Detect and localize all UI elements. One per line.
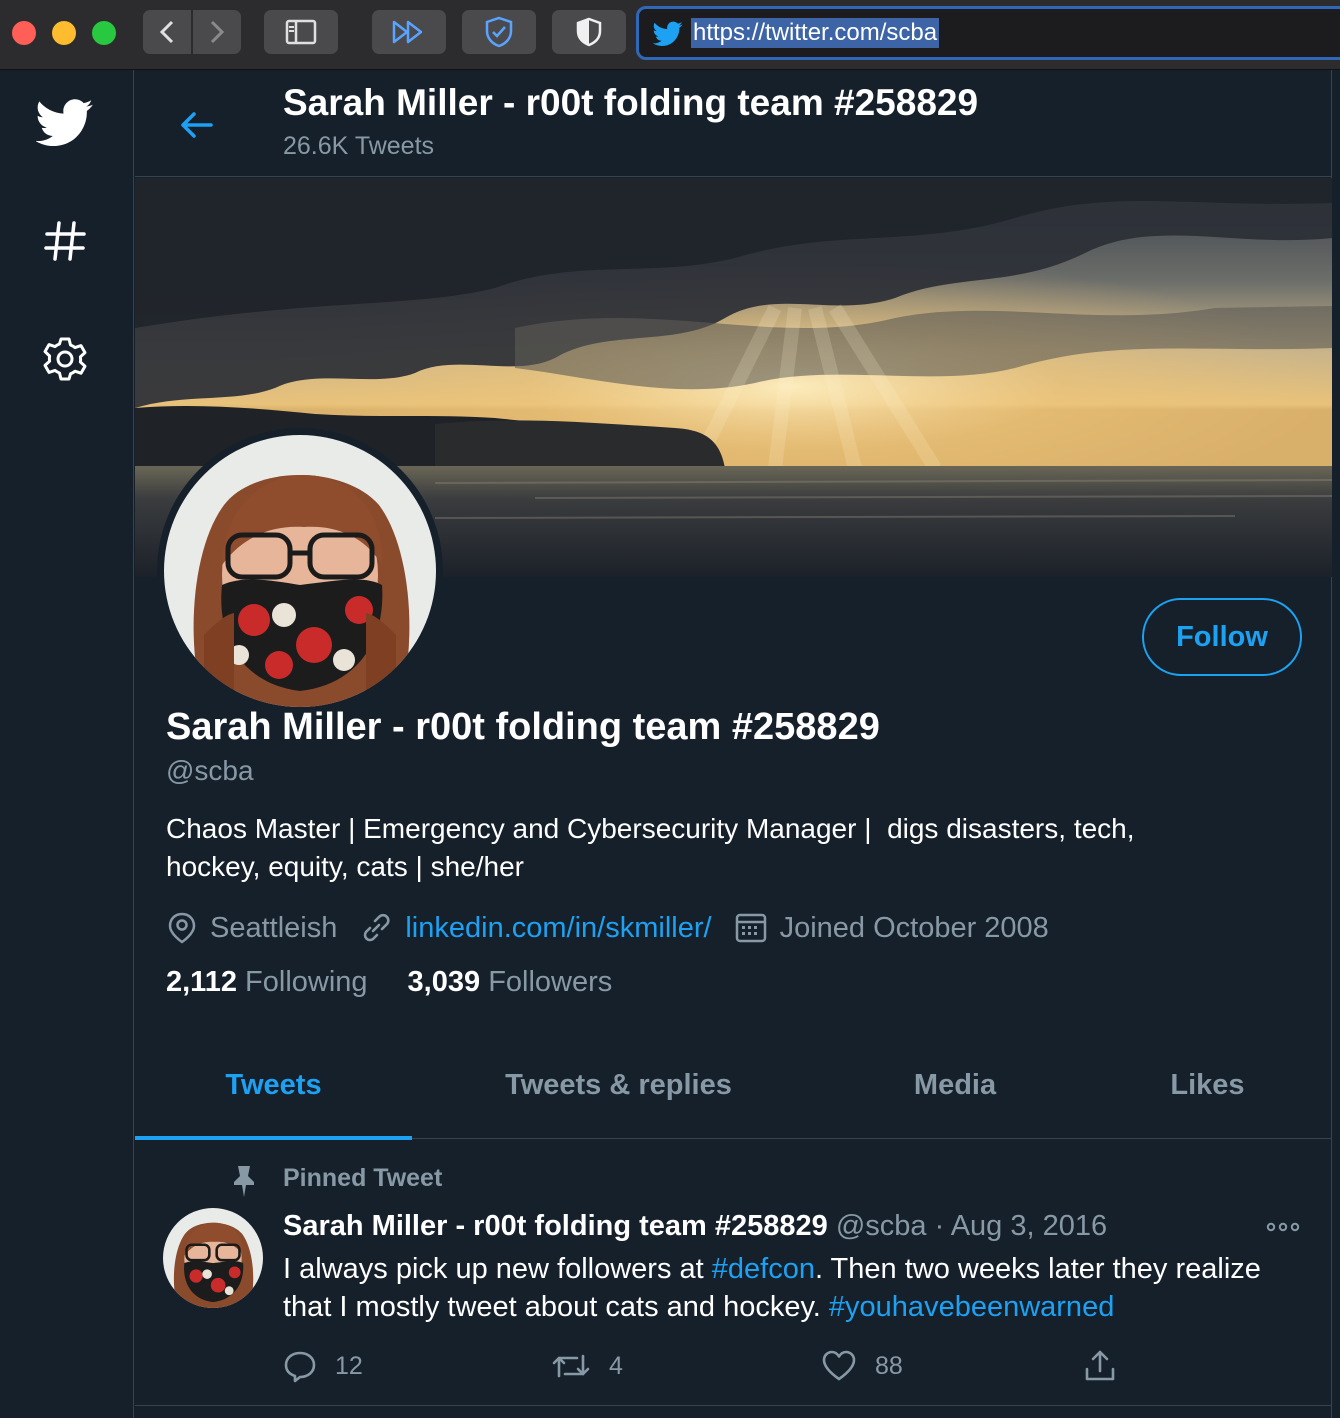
following-count: 2,112 [166, 966, 237, 998]
tab-likes[interactable]: Likes [1085, 1032, 1330, 1139]
tweet-actions: 12 4 88 [283, 1346, 1263, 1386]
minimize-window-button[interactable] [52, 21, 76, 45]
tab-label: Tweets & replies [505, 1069, 732, 1101]
link-icon [364, 913, 390, 942]
zoom-window-button[interactable] [92, 21, 116, 45]
tab-label: Likes [1170, 1069, 1245, 1101]
back-nav-button[interactable] [143, 10, 191, 54]
location-pin-icon [168, 912, 196, 944]
profile-tabs: Tweets Tweets & replies Media Likes [135, 1032, 1332, 1140]
chevron-left-icon [159, 20, 174, 44]
pinned-tweet-label: Pinned Tweet [283, 1164, 443, 1192]
share-button[interactable] [1083, 1346, 1135, 1386]
extension-button[interactable] [372, 10, 446, 54]
tab-label: Media [913, 1069, 997, 1101]
chevron-right-icon [210, 20, 225, 44]
follow-counts: 2,112 Following 3,039 Followers [166, 966, 612, 999]
joined-text: Joined October 2008 [779, 911, 1049, 944]
shield-check-icon [485, 16, 513, 48]
tweet-header: Sarah Miller - r00t folding team #258829… [283, 1210, 1107, 1243]
tweet-text: I always pick up new followers at #defco… [283, 1250, 1293, 1326]
browser-toolbar: https://twitter.com/scba [0, 0, 1340, 70]
calendar-icon [735, 913, 766, 943]
hashtag-link[interactable]: #defcon [712, 1253, 815, 1285]
close-window-button[interactable] [12, 21, 36, 45]
hashtag-icon [44, 221, 86, 261]
address-bar[interactable]: https://twitter.com/scba [636, 6, 1340, 60]
sidebar-icon [285, 19, 317, 45]
joined-item: Joined October 2008 [734, 911, 1049, 945]
like-count: 88 [875, 1351, 903, 1380]
following-count-link[interactable]: 2,112 Following [166, 966, 368, 999]
settings-gear-icon [43, 337, 87, 381]
followers-count-link[interactable]: 3,039 Followers [408, 966, 613, 999]
website-item[interactable]: linkedin.com/in/skmiller/ [359, 911, 712, 945]
half-shield-icon [576, 17, 602, 47]
tweet-author-name[interactable]: Sarah Miller - r00t folding team #258829 [283, 1210, 828, 1242]
retweet-icon [552, 1354, 590, 1378]
bio-line: Chaos Master | Emergency and Cybersecuri… [166, 813, 1135, 844]
heart-icon [822, 1350, 856, 1381]
tweet-author-avatar[interactable] [163, 1208, 263, 1308]
retweet-button[interactable]: 4 [551, 1346, 623, 1386]
privacy-extension-button[interactable] [462, 10, 536, 54]
profile-handle: @scba [166, 755, 254, 786]
settings-link[interactable] [30, 324, 100, 394]
bio-line: hockey, equity, cats | she/her [166, 851, 524, 882]
pin-icon [234, 1166, 254, 1197]
followers-label: Followers [488, 966, 613, 998]
fast-forward-icon [392, 20, 423, 44]
shield-extension-button[interactable] [552, 10, 626, 54]
profile-bio: Chaos Master | Emergency and Cybersecuri… [166, 810, 1276, 886]
following-label: Following [245, 966, 368, 998]
back-button[interactable] [171, 100, 221, 150]
retweet-count: 4 [609, 1351, 623, 1380]
tweet-more-button[interactable] [1263, 1210, 1303, 1244]
header-display-name: Sarah Miller - r00t folding team #258829 [283, 82, 979, 123]
hashtag-link[interactable]: #youhavebeenwarned [829, 1291, 1114, 1323]
reply-count: 12 [335, 1351, 363, 1380]
tab-tweets[interactable]: Tweets [135, 1032, 412, 1140]
profile-avatar[interactable] [157, 428, 443, 714]
tab-label: Tweets [225, 1069, 322, 1101]
profile-display-name: Sarah Miller - r00t folding team #258829 [166, 706, 880, 748]
profile-header-bar: Sarah Miller - r00t folding team #258829… [135, 70, 1332, 177]
explore-link[interactable] [30, 206, 100, 276]
profile-meta-row: Seattleish linkedin.com/in/skmiller/ Joi… [166, 908, 1071, 948]
followers-count: 3,039 [407, 966, 481, 998]
twitter-bird-icon [36, 99, 93, 147]
tweet-handle-date[interactable]: @scba · Aug 3, 2016 [836, 1210, 1107, 1242]
share-icon [1085, 1350, 1115, 1381]
tweet-text-part: I always pick up new followers at [283, 1253, 712, 1285]
twitter-favicon-icon [653, 21, 683, 46]
twitter-home-link[interactable] [30, 88, 100, 158]
tab-tweets-replies[interactable]: Tweets & replies [412, 1032, 825, 1139]
url-text[interactable]: https://twitter.com/scba [691, 18, 940, 48]
reply-button[interactable]: 12 [283, 1346, 363, 1386]
header-tweet-count: 26.6K Tweets [283, 132, 435, 160]
reply-icon [284, 1351, 316, 1383]
pinned-tweet[interactable]: Pinned Tweet Sarah Miller - r00t folding… [135, 1140, 1332, 1406]
left-navigation [0, 70, 134, 1418]
arrow-left-icon [181, 112, 213, 138]
tab-media[interactable]: Media [825, 1032, 1085, 1139]
like-button[interactable]: 88 [821, 1346, 903, 1386]
forward-nav-button[interactable] [193, 10, 241, 54]
location-text: Seattleish [210, 911, 338, 944]
follow-button[interactable]: Follow [1142, 598, 1302, 676]
more-options-icon [1266, 1222, 1300, 1232]
website-link[interactable]: linkedin.com/in/skmiller/ [405, 912, 711, 945]
profile-column: Sarah Miller - r00t folding team #258829… [135, 70, 1332, 1418]
location-item: Seattleish [166, 911, 337, 945]
sidebar-toggle-button[interactable] [264, 10, 338, 54]
